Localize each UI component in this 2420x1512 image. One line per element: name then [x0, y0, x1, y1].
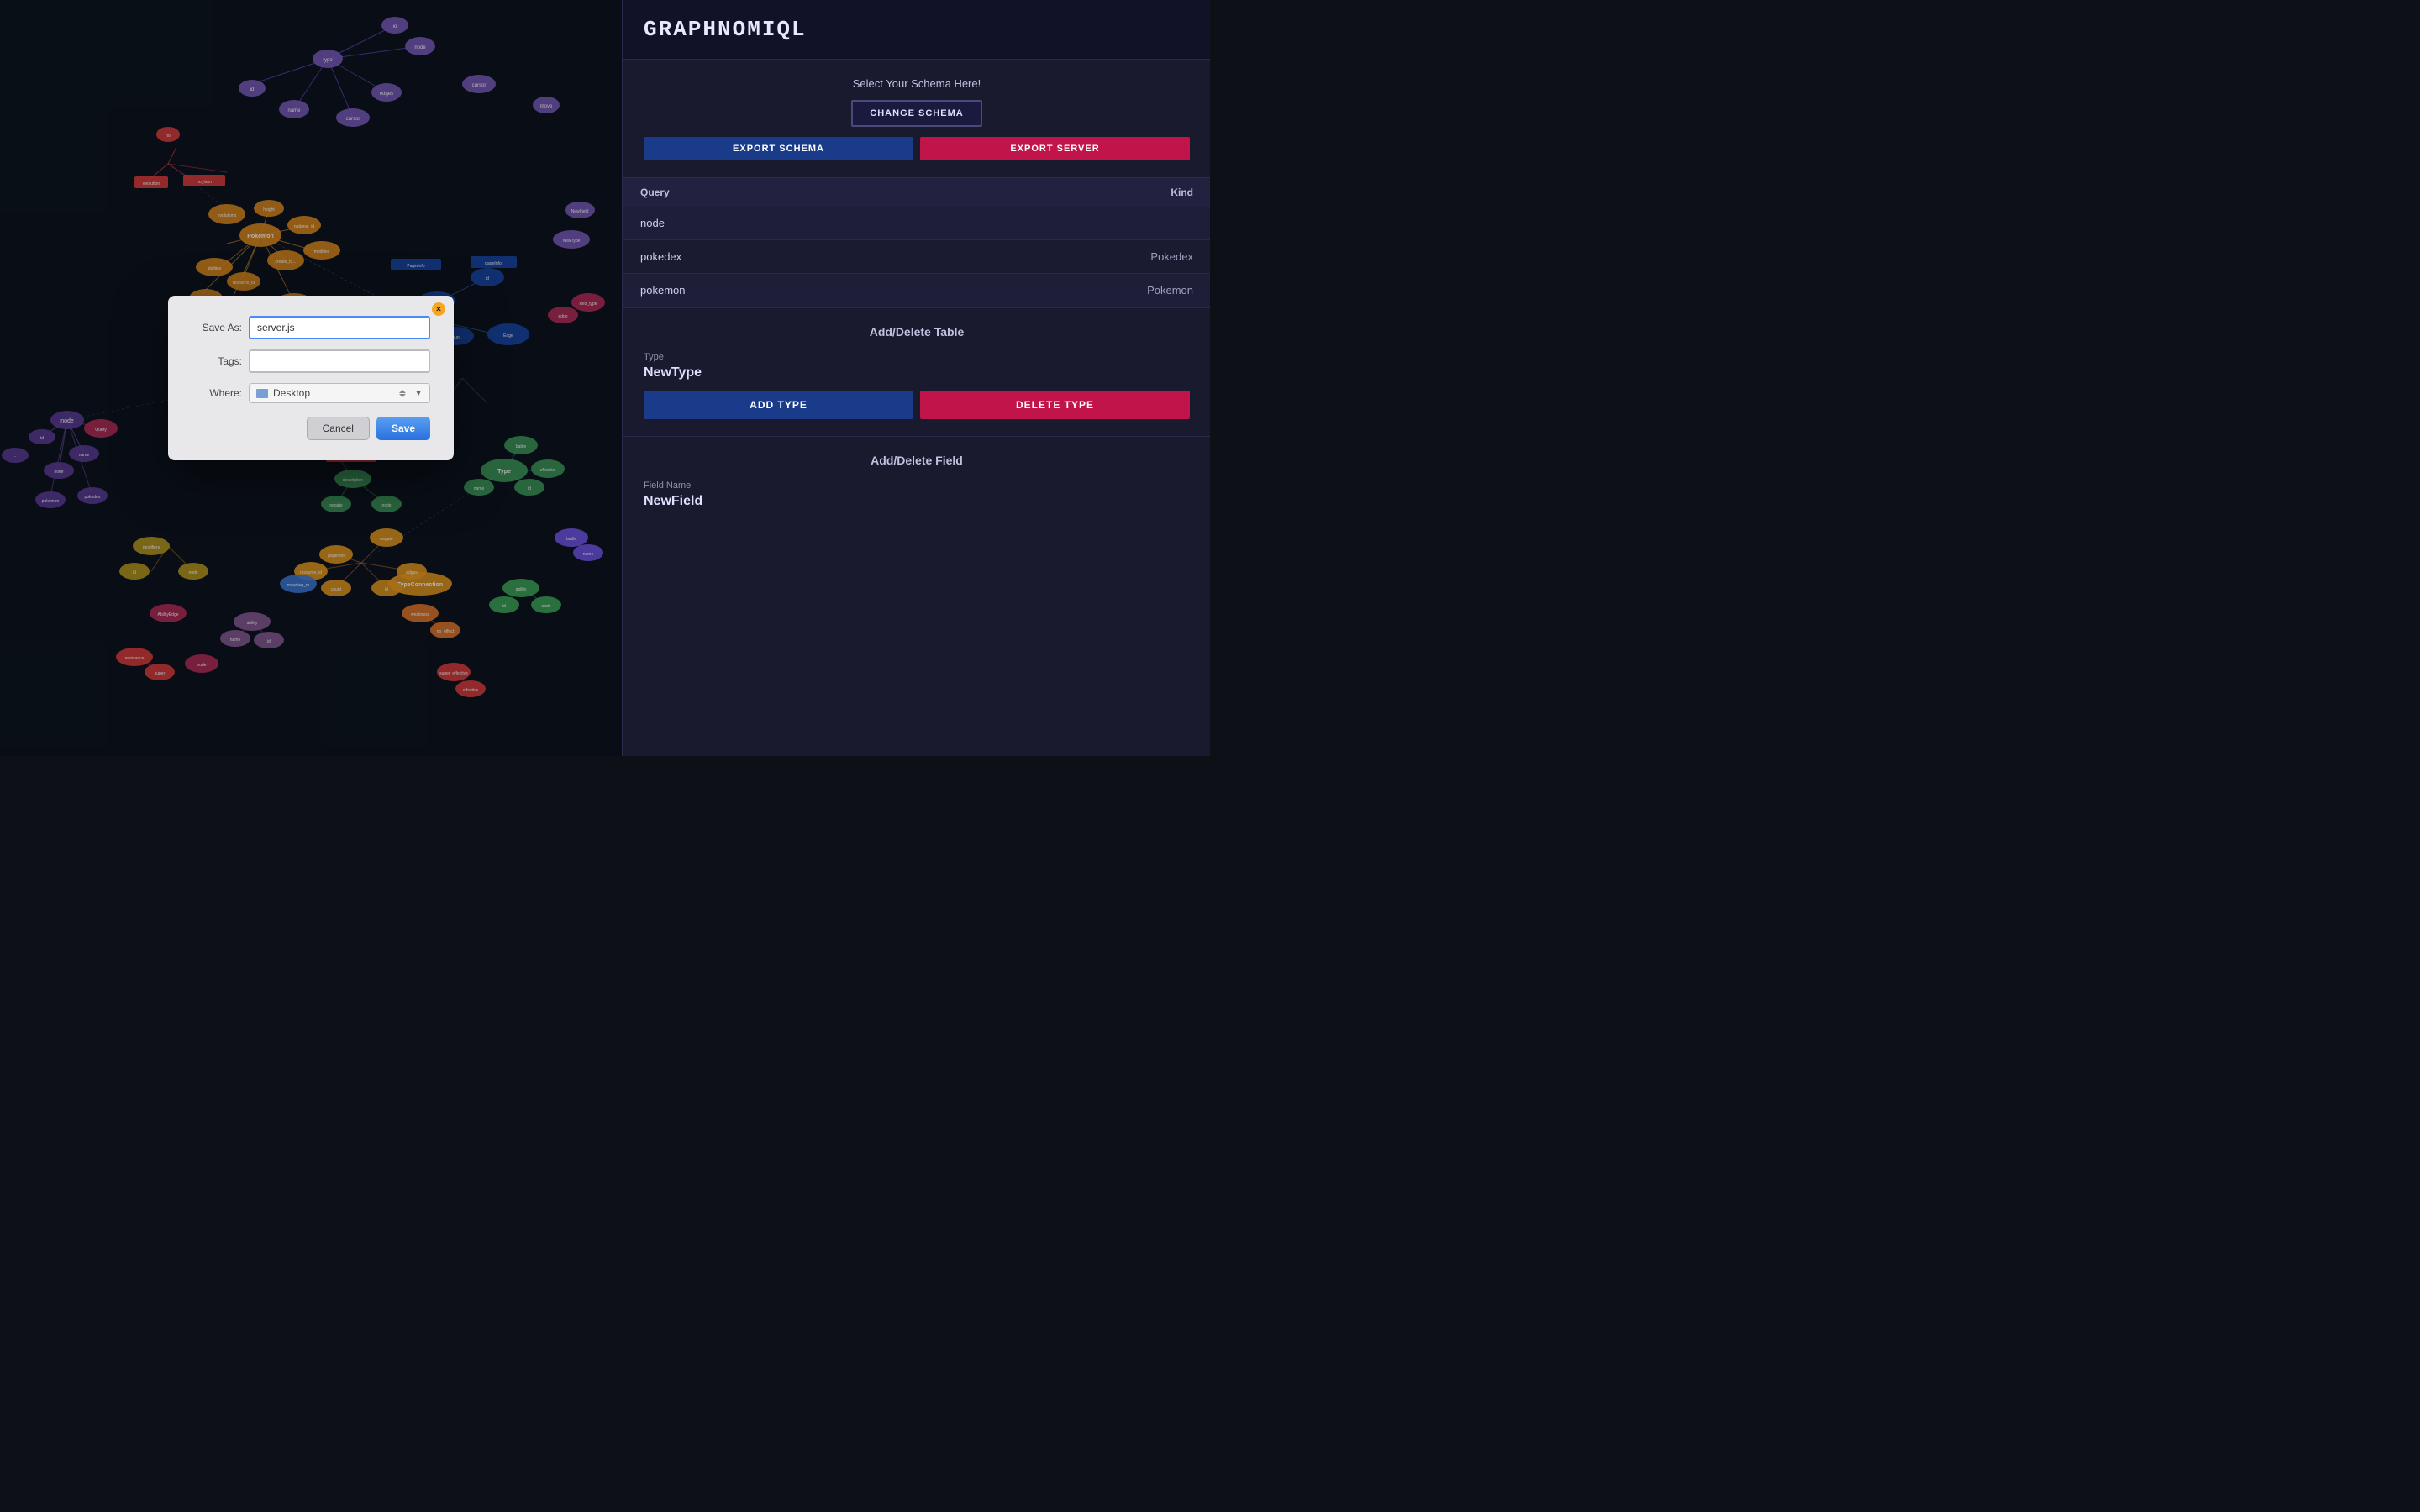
query-table: Query Kind node pokedex Pokedex pokemon … [623, 178, 1210, 307]
expand-arrow[interactable]: ▼ [414, 389, 423, 398]
query-table-body: node pokedex Pokedex pokemon Pokemon [623, 207, 1210, 307]
save-as-input[interactable] [249, 316, 430, 339]
folder-icon [256, 389, 268, 398]
schema-section: Select Your Schema Here! CHANGE SCHEMA E… [623, 60, 1210, 178]
export-schema-button[interactable]: EXPORT SCHEMA [644, 137, 913, 160]
kind-cell [914, 207, 1210, 240]
add-type-button[interactable]: ADD TYPE [644, 391, 913, 419]
where-value: Desktop [273, 387, 310, 399]
dialog-overlay: ✕ Save As: Tags: Where: Desktop [0, 0, 622, 756]
col-kind-header: Kind [914, 178, 1210, 207]
app-title: GRAPHNOMIQL [644, 17, 1190, 42]
save-dialog: ✕ Save As: Tags: Where: Desktop [168, 296, 454, 460]
export-server-button[interactable]: EXPORT SERVER [920, 137, 1190, 160]
col-query-header: Query [623, 178, 914, 207]
kind-cell: Pokemon [914, 274, 1210, 307]
query-table-section: Query Kind node pokedex Pokedex pokemon … [623, 178, 1210, 308]
tags-label: Tags: [192, 355, 242, 367]
delete-type-button[interactable]: DELETE TYPE [920, 391, 1190, 419]
tags-input[interactable] [249, 349, 430, 373]
field-name-label: Field Name [644, 480, 1190, 491]
type-label: Type [644, 352, 1190, 362]
export-buttons: EXPORT SCHEMA EXPORT SERVER [644, 137, 1190, 160]
where-select[interactable]: Desktop ▼ [249, 383, 430, 403]
select-arrows [399, 390, 406, 397]
query-cell: pokedex [623, 240, 914, 274]
table-row[interactable]: node [623, 207, 1210, 240]
field-name-value: NewField [644, 494, 1190, 509]
where-label: Where: [192, 387, 242, 399]
add-delete-field-title: Add/Delete Field [644, 454, 1190, 467]
graph-canvas[interactable]: type name cursor id edges node io cursor… [0, 0, 622, 756]
schema-label: Select Your Schema Here! [644, 77, 1190, 90]
sidebar-header: GRAPHNOMIQL [623, 0, 1210, 60]
table-row[interactable]: pokemon Pokemon [623, 274, 1210, 307]
sidebar: GRAPHNOMIQL Select Your Schema Here! CHA… [622, 0, 1210, 756]
tags-row: Tags: [192, 349, 430, 373]
add-delete-table-section: Add/Delete Table Type NewType ADD TYPE D… [623, 308, 1210, 437]
add-delete-table-title: Add/Delete Table [644, 325, 1190, 339]
where-row: Where: Desktop ▼ [192, 383, 430, 403]
table-header-row: Query Kind [623, 178, 1210, 207]
dialog-close-button[interactable]: ✕ [432, 302, 445, 316]
cancel-button[interactable]: Cancel [307, 417, 370, 440]
type-value: NewType [644, 365, 1190, 381]
arrow-up-icon [399, 390, 406, 393]
add-delete-field-section: Add/Delete Field Field Name NewField [623, 437, 1210, 536]
query-cell: node [623, 207, 914, 240]
dialog-buttons: Cancel Save [192, 417, 430, 440]
query-cell: pokemon [623, 274, 914, 307]
type-action-buttons: ADD TYPE DELETE TYPE [644, 391, 1190, 419]
save-as-label: Save As: [192, 322, 242, 333]
save-button[interactable]: Save [376, 417, 430, 440]
kind-cell: Pokedex [914, 240, 1210, 274]
arrow-down-icon [399, 394, 406, 397]
save-as-row: Save As: [192, 316, 430, 339]
table-row[interactable]: pokedex Pokedex [623, 240, 1210, 274]
change-schema-button[interactable]: CHANGE SCHEMA [851, 100, 981, 127]
